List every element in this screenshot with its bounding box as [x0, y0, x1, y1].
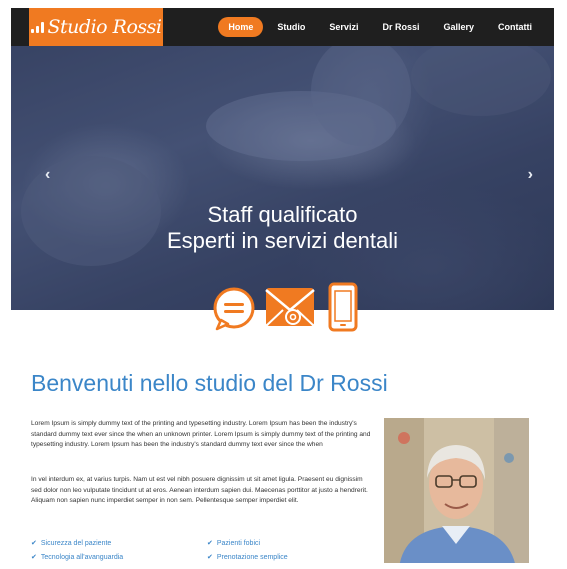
hero-headline-line1: Staff qualificato [207, 202, 358, 227]
signal-bars-icon [30, 21, 44, 33]
hero-headline-line2: Esperti in servizi dentali [166, 228, 399, 253]
top-navbar: Studio Rossi Home Studio Servizi Dr Ross… [11, 8, 554, 46]
nav-item-home[interactable]: Home [218, 17, 264, 37]
nav-item-gallery[interactable]: Gallery [433, 17, 484, 37]
doctor-portrait-illustration [384, 418, 529, 563]
main-menu: Home Studio Servizi Dr Rossi Gallery Con… [214, 8, 542, 46]
intro-paragraph-1: Lorem Ipsum is simply dummy text of the … [31, 420, 371, 449]
nav-item-contatti[interactable]: Contatti [488, 17, 542, 37]
nav-item-dr-rossi[interactable]: Dr Rossi [372, 17, 429, 37]
chat-bubble-icon[interactable] [211, 286, 257, 332]
envelope-at-icon[interactable] [265, 284, 315, 328]
feature-item: ✔ Prenotazione semplice [207, 554, 288, 561]
welcome-heading: Benvenuti nello studio del Dr Rossi [31, 370, 388, 396]
nav-item-servizi[interactable]: Servizi [319, 17, 368, 37]
slider-prev-arrow[interactable]: ‹ [45, 166, 50, 184]
check-icon: ✔ [207, 554, 213, 561]
page: Studio Rossi Home Studio Servizi Dr Ross… [11, 8, 554, 563]
smartphone-icon[interactable] [328, 282, 358, 332]
check-icon: ✔ [207, 540, 213, 547]
nav-item-studio[interactable]: Studio [267, 17, 315, 37]
slider-next-arrow[interactable]: › [528, 166, 533, 184]
hero-background-image [11, 46, 554, 310]
feature-item: ✔ Tecnologia all'avanguardia [31, 554, 124, 561]
contact-icons-row [11, 282, 554, 336]
feature-item: ✔ Pazienti fobici [207, 540, 261, 547]
check-icon: ✔ [31, 540, 37, 547]
intro-paragraph-2: In vel interdum ex, at varius turpis. Na… [31, 476, 368, 505]
check-icon: ✔ [31, 554, 37, 561]
hero-slider: ‹ › Staff qualificato Esperti in servizi… [11, 46, 554, 310]
logo[interactable]: Studio Rossi [29, 8, 163, 46]
feature-item: ✔ Sicurezza del paziente [31, 540, 112, 547]
doctor-portrait-photo [384, 418, 529, 563]
logo-text: Studio Rossi [47, 16, 162, 38]
